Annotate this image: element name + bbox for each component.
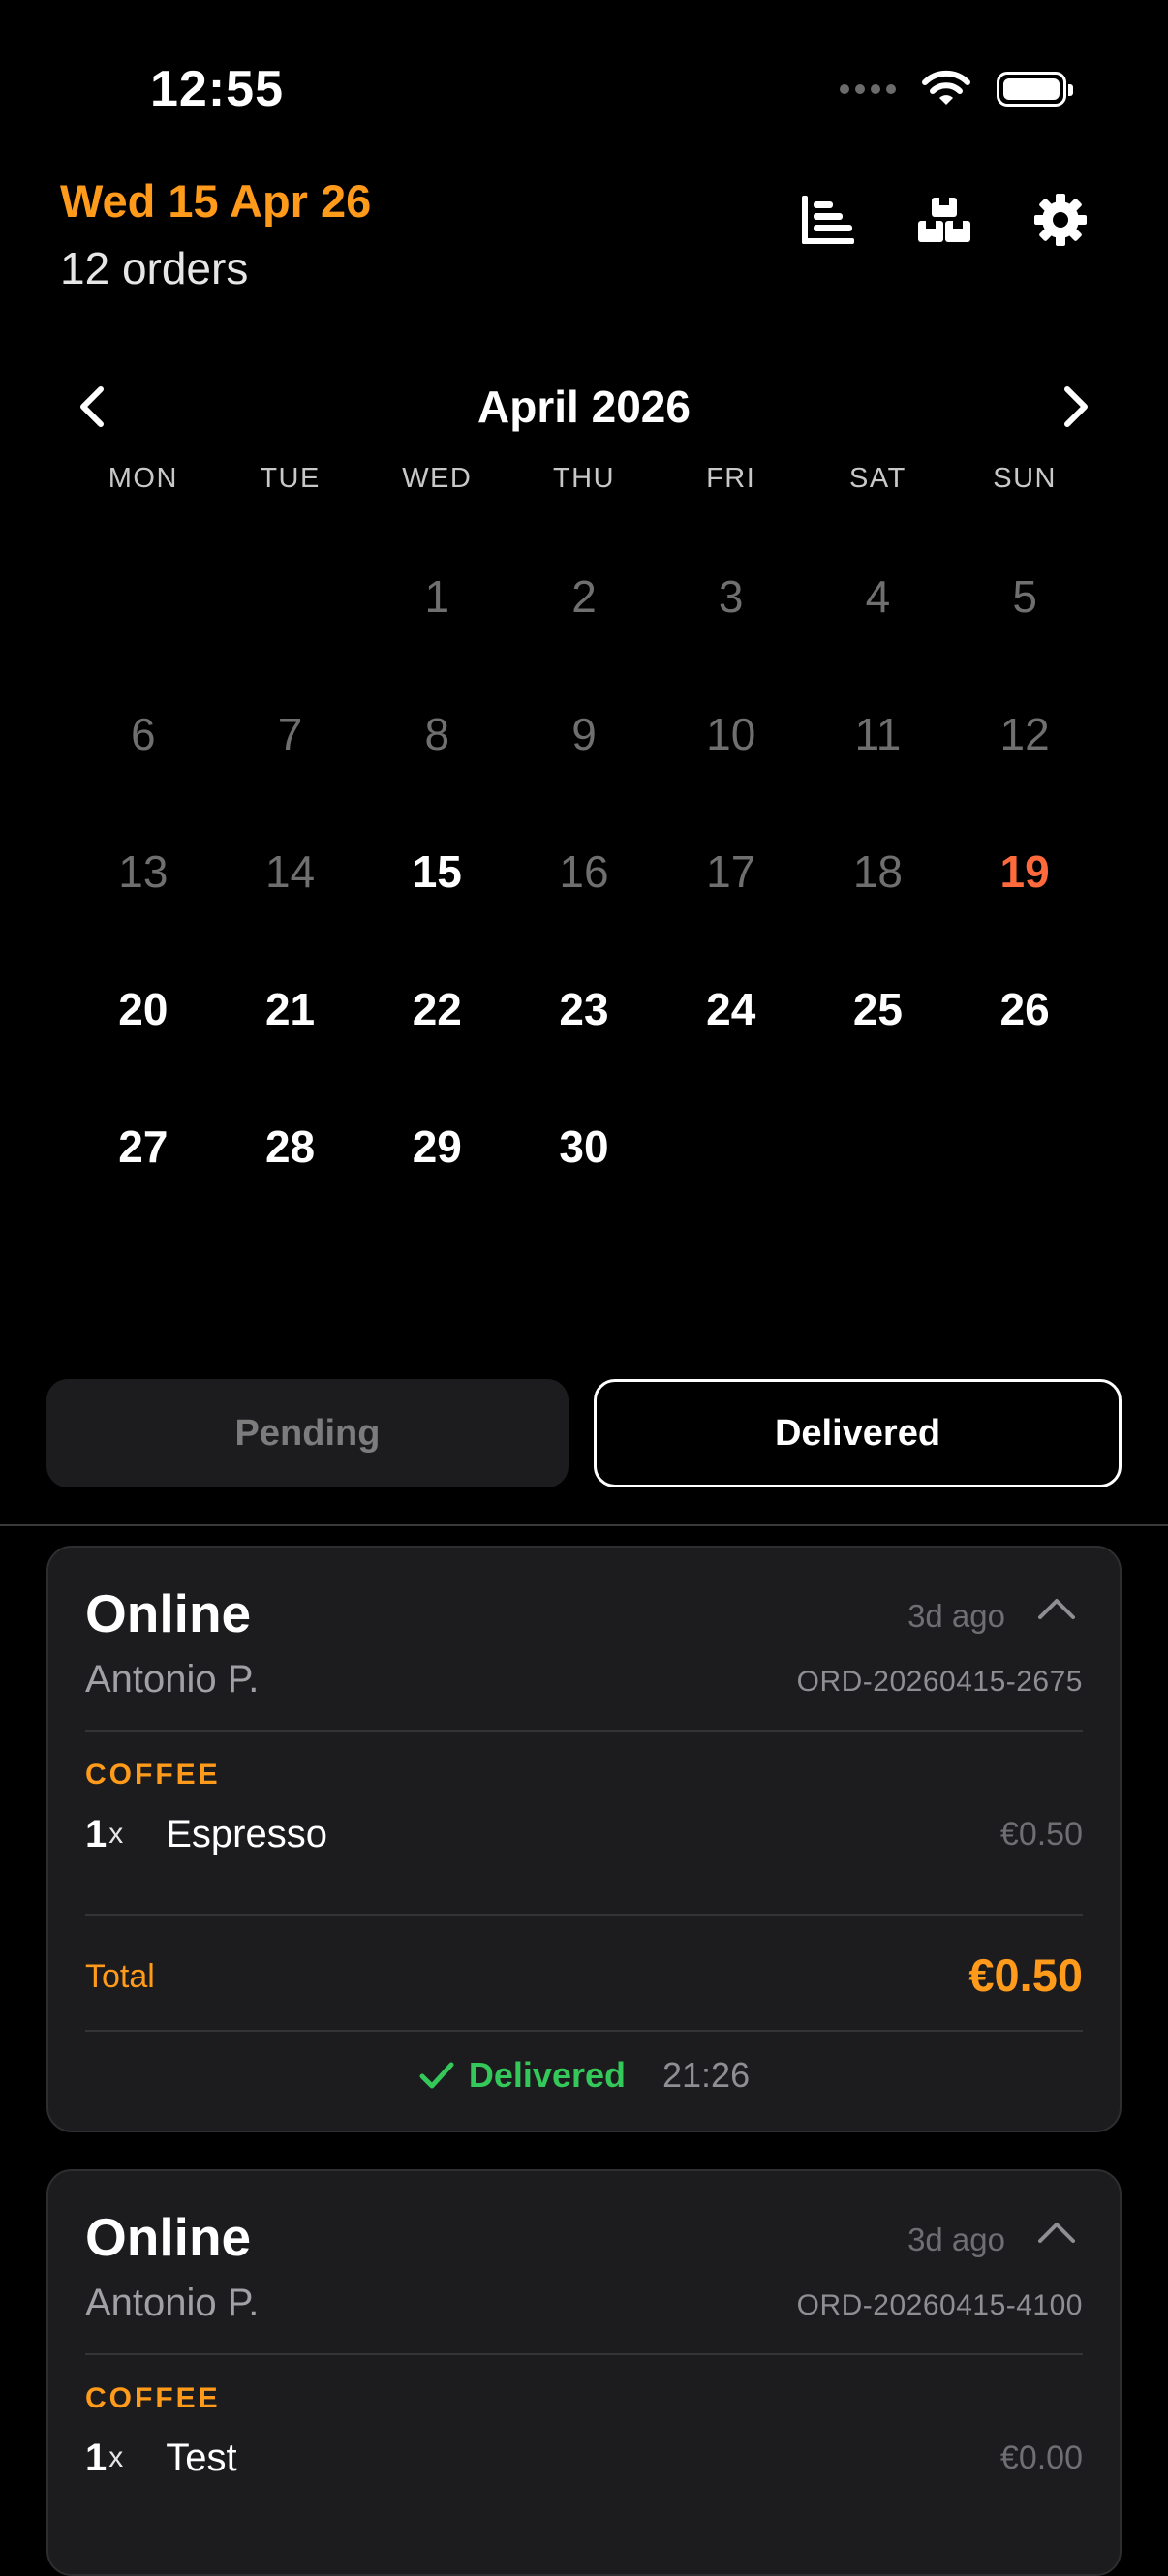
status-icons (840, 70, 1073, 108)
calendar-day-20[interactable]: 20 (70, 940, 217, 1078)
calendar-day-18[interactable]: 18 (805, 803, 952, 940)
chart-icon[interactable] (800, 192, 856, 248)
chevron-left-icon (80, 386, 104, 427)
item-price: €0.50 (999, 1815, 1083, 1853)
calendar-day-27[interactable]: 27 (70, 1078, 217, 1215)
calendar-day-6[interactable]: 6 (70, 665, 217, 803)
customer-name: Antonio P. (85, 2282, 260, 2324)
weekday-label: SAT (849, 463, 907, 494)
calendar-empty-cell (70, 528, 217, 665)
calendar-day-2[interactable]: 2 (510, 528, 658, 665)
calendar-day-26[interactable]: 26 (951, 940, 1098, 1078)
chevron-right-icon (1064, 386, 1088, 427)
chevron-up-icon[interactable] (1036, 1594, 1077, 1623)
item-name: Espresso (166, 1812, 327, 1855)
order-id: ORD-20260415-2675 (796, 1666, 1083, 1698)
order-channel: Online (85, 2207, 252, 2267)
item-category: COFFEE (85, 1759, 221, 1791)
order-item: 1 x Espresso €0.50 (85, 1805, 1083, 1863)
delivery-status: Delivered 21:26 (48, 2055, 1120, 2096)
calendar-day-9[interactable]: 9 (510, 665, 658, 803)
order-card[interactable]: Online 3d ago Antonio P. ORD-20260415-26… (46, 1546, 1122, 2132)
status-time: 21:26 (662, 2055, 751, 2095)
checkmark-icon (419, 2062, 454, 2089)
order-channel: Online (85, 1583, 252, 1643)
order-age: 3d ago (907, 2222, 1005, 2257)
item-category: COFFEE (85, 2382, 221, 2414)
gear-icon[interactable] (1032, 192, 1089, 248)
calendar-day-8[interactable]: 8 (363, 665, 510, 803)
status-label: Delivered (468, 2055, 626, 2095)
status-tabs: Pending Delivered (46, 1379, 1122, 1487)
battery-icon (997, 72, 1073, 107)
header-actions (800, 192, 1089, 248)
calendar-day-25[interactable]: 25 (805, 940, 952, 1078)
weekday-label: SUN (993, 463, 1057, 494)
orders-count: 12 orders (60, 243, 249, 293)
item-name: Test (166, 2436, 237, 2479)
calendar-day-22[interactable]: 22 (363, 940, 510, 1078)
calendar-day-28[interactable]: 28 (217, 1078, 364, 1215)
calendar-empty-cell (217, 528, 364, 665)
order-item: 1 x Test €0.00 (85, 2429, 1083, 2487)
separator (85, 1914, 1083, 1916)
item-price: €0.00 (999, 2438, 1083, 2476)
calendar-empty-cell (658, 1078, 805, 1215)
calendar-day-14[interactable]: 14 (217, 803, 364, 940)
calendar-day-10[interactable]: 10 (658, 665, 805, 803)
order-id: ORD-20260415-4100 (796, 2289, 1083, 2321)
item-times: x (108, 2441, 124, 2473)
calendar-month-label: April 2026 (477, 382, 691, 432)
weekday-label: FRI (706, 463, 756, 494)
calendar-empty-cell (951, 1078, 1098, 1215)
calendar-day-1[interactable]: 1 (363, 528, 510, 665)
calendar-day-11[interactable]: 11 (805, 665, 952, 803)
wifi-icon (922, 70, 970, 105)
weekday-label: WED (402, 463, 473, 494)
calendar-weekdays: MON TUE WED THU FRI SAT SUN (70, 463, 1098, 495)
weekday-label: THU (552, 463, 616, 494)
chevron-up-icon[interactable] (1036, 2218, 1077, 2247)
tab-delivered[interactable]: Delivered (594, 1379, 1122, 1487)
calendar-day-12[interactable]: 12 (951, 665, 1098, 803)
total-label: Total (85, 1958, 155, 1995)
calendar-day-24[interactable]: 24 (658, 940, 805, 1078)
boxes-icon[interactable] (916, 192, 972, 248)
calendar-day-30[interactable]: 30 (510, 1078, 658, 1215)
prev-month-button[interactable] (58, 373, 126, 441)
status-time: 12:55 (150, 61, 284, 117)
item-quantity: 1 (85, 2436, 108, 2479)
next-month-button[interactable] (1042, 373, 1110, 441)
separator (85, 2353, 1083, 2355)
separator (85, 1730, 1083, 1732)
tab-pending[interactable]: Pending (46, 1379, 569, 1487)
calendar-day-21[interactable]: 21 (217, 940, 364, 1078)
item-times: x (108, 1818, 124, 1850)
total-value: €0.50 (968, 1949, 1083, 2001)
calendar-day-16[interactable]: 16 (510, 803, 658, 940)
calendar-day-15[interactable]: 15 (363, 803, 510, 940)
order-card[interactable]: Online 3d ago Antonio P. ORD-20260415-41… (46, 2169, 1122, 2576)
signal-icon (840, 84, 896, 94)
calendar-day-4[interactable]: 4 (805, 528, 952, 665)
customer-name: Antonio P. (85, 1658, 260, 1701)
calendar-day-7[interactable]: 7 (217, 665, 364, 803)
divider (0, 1524, 1168, 1526)
weekday-label: MON (108, 463, 178, 494)
calendar-grid: 1 2 3 4 5 6 7 8 9 10 11 12 13 14 15 16 17 18 19 20 21 22 23 24 2… (70, 528, 1098, 1215)
calendar-day-17[interactable]: 17 (658, 803, 805, 940)
item-quantity: 1 (85, 1812, 108, 1855)
order-age: 3d ago (907, 1598, 1005, 1634)
header-date: Wed 15 Apr 26 (60, 175, 372, 227)
calendar-day-23[interactable]: 23 (510, 940, 658, 1078)
calendar-day-13[interactable]: 13 (70, 803, 217, 940)
calendar-day-3[interactable]: 3 (658, 528, 805, 665)
calendar-day-5[interactable]: 5 (951, 528, 1098, 665)
separator (85, 2030, 1083, 2032)
weekday-label: TUE (260, 463, 321, 494)
calendar-day-29[interactable]: 29 (363, 1078, 510, 1215)
calendar-empty-cell (805, 1078, 952, 1215)
calendar-header: April 2026 (58, 373, 1110, 441)
calendar-day-19[interactable]: 19 (951, 803, 1098, 940)
